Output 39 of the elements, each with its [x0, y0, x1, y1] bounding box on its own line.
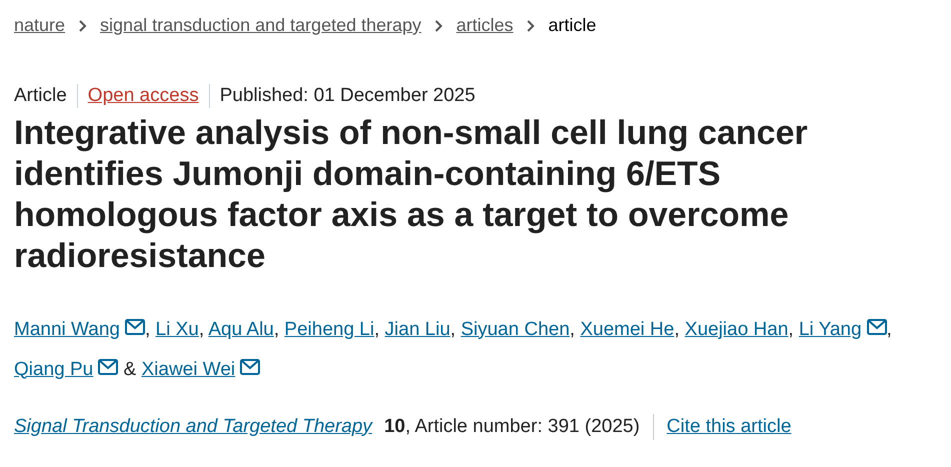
chevron-icon: [434, 18, 444, 32]
author-link[interactable]: Peiheng Li: [284, 318, 374, 340]
author-link[interactable]: Li Yang: [798, 318, 862, 340]
separator: ,: [886, 318, 892, 340]
author-link[interactable]: Aqu Alu: [208, 318, 274, 340]
cite-link[interactable]: Cite this article: [666, 412, 792, 441]
separator: ,: [274, 318, 280, 340]
breadcrumb-link[interactable]: signal transduction and targeted therapy: [100, 12, 422, 39]
author-link[interactable]: Xuemei He: [580, 318, 674, 340]
separator: ,: [374, 318, 380, 340]
separator: ,: [144, 318, 150, 340]
chevron-icon: [526, 18, 536, 32]
article-title: Integrative analysis of non-small cell lung cancer identifies Jumonji domain-containing 6/ETS homologous factor axis as a target to overcome radioresistance: [14, 112, 809, 276]
separator: ,: [570, 318, 575, 340]
separator: &: [124, 358, 136, 380]
author-link[interactable]: Xiawei Wei: [141, 358, 236, 380]
breadcrumb-current: article: [548, 14, 596, 37]
breadcrumb-link[interactable]: articles: [456, 12, 514, 39]
separator: ,: [198, 318, 204, 340]
separator: ,: [674, 318, 680, 340]
separator: ,: [450, 318, 456, 340]
separator: ,: [788, 318, 794, 340]
open-access-link[interactable]: Open access: [88, 82, 199, 110]
envelope-icon[interactable]: [240, 359, 260, 376]
author-link[interactable]: Qiang Pu: [14, 358, 94, 380]
envelope-icon[interactable]: [98, 359, 118, 376]
author-link[interactable]: Li Xu: [156, 318, 199, 340]
breadcrumb-link[interactable]: nature: [14, 12, 66, 39]
chevron-icon: [78, 18, 88, 32]
journal-link[interactable]: Signal Transduction and Targeted Therapy: [14, 412, 372, 441]
citation-details: 10, Article number: 391 (2025): [384, 414, 640, 438]
author-link[interactable]: Jian Liu: [384, 318, 450, 340]
envelope-icon[interactable]: [124, 319, 145, 336]
published-date: Published: 01 December 2025: [220, 84, 476, 108]
author-link[interactable]: Manni Wang: [14, 318, 120, 340]
envelope-icon[interactable]: [866, 319, 887, 336]
author-link[interactable]: Siyuan Chen: [460, 318, 570, 340]
article-type: Article: [14, 84, 67, 108]
author-link[interactable]: Xuejiao Han: [684, 318, 788, 340]
